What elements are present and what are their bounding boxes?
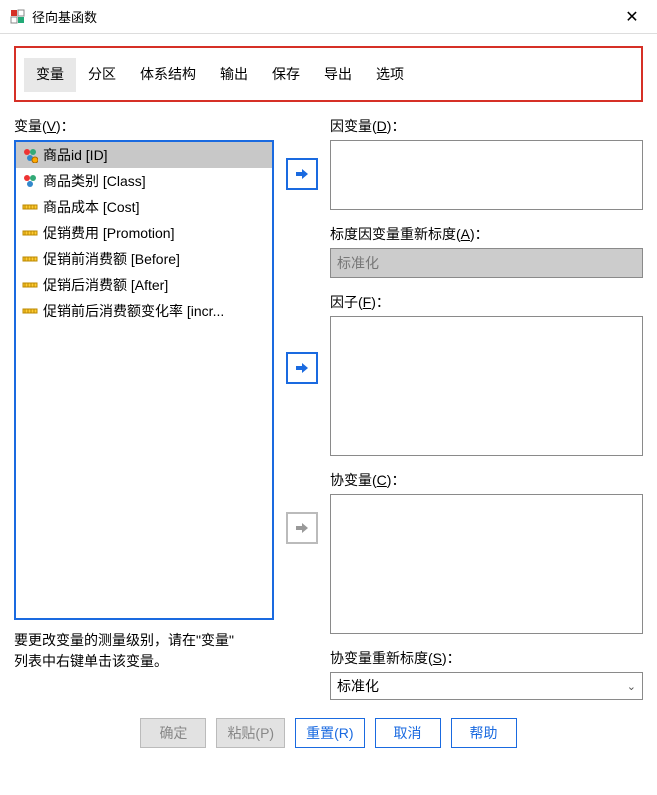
- list-item-label: 促销后消费额 [After]: [43, 275, 168, 295]
- ok-button[interactable]: 确定: [140, 718, 206, 748]
- window-title: 径向基函数: [32, 7, 617, 26]
- rescale-dep-select: 标准化: [330, 248, 643, 278]
- list-item[interactable]: 促销费用 [Promotion]: [16, 220, 272, 246]
- tab-partition[interactable]: 分区: [76, 58, 128, 92]
- list-item-label: 商品成本 [Cost]: [43, 197, 139, 217]
- dependent-list[interactable]: [330, 140, 643, 210]
- paste-button[interactable]: 粘贴(P): [216, 718, 285, 748]
- factor-list[interactable]: [330, 316, 643, 456]
- app-icon: [10, 9, 26, 25]
- tab-output[interactable]: 输出: [208, 58, 260, 92]
- dependent-label: 因变量(D)：: [330, 116, 643, 136]
- rescale-cov-label: 协变量重新标度(S)：: [330, 648, 643, 668]
- help-button[interactable]: 帮助: [451, 718, 517, 748]
- list-item-label: 促销前消费额 [Before]: [43, 249, 180, 269]
- list-item[interactable]: 商品成本 [Cost]: [16, 194, 272, 220]
- move-to-dependent-button[interactable]: [286, 158, 318, 190]
- list-item-label: 促销前后消费额变化率 [incr...: [43, 301, 224, 321]
- tabs-highlight: 变量 分区 体系结构 输出 保存 导出 选项: [14, 46, 643, 102]
- nominal-warn-icon: [22, 147, 38, 163]
- variables-label-end: )：: [56, 118, 75, 134]
- variables-label: 变量(V)：: [14, 116, 274, 136]
- tab-options[interactable]: 选项: [364, 58, 416, 92]
- content: 变量(V)： 商品id [ID] 商品类别 [Class] 商品成本 [Cost…: [0, 102, 657, 700]
- variables-list[interactable]: 商品id [ID] 商品类别 [Class] 商品成本 [Cost] 促销费用 …: [14, 140, 274, 620]
- close-button[interactable]: ✕: [617, 7, 647, 27]
- variables-label-key: V: [47, 118, 56, 134]
- tab-save[interactable]: 保存: [260, 58, 312, 92]
- list-item-label: 商品类别 [Class]: [43, 171, 146, 191]
- list-item[interactable]: 促销前消费额 [Before]: [16, 246, 272, 272]
- move-to-covariate-button[interactable]: [286, 512, 318, 544]
- list-item[interactable]: 促销前后消费额变化率 [incr...: [16, 298, 272, 324]
- move-to-factor-button[interactable]: [286, 352, 318, 384]
- list-item[interactable]: 商品类别 [Class]: [16, 168, 272, 194]
- nominal-icon: [22, 173, 38, 189]
- rescale-dep-label: 标度因变量重新标度(A)：: [330, 224, 643, 244]
- covariate-label: 协变量(C)：: [330, 470, 643, 490]
- scale-icon: [22, 225, 38, 241]
- rescale-cov-select[interactable]: 标准化 ⌄: [330, 672, 643, 700]
- list-item-label: 促销费用 [Promotion]: [43, 223, 174, 243]
- left-column: 变量(V)： 商品id [ID] 商品类别 [Class] 商品成本 [Cost…: [14, 116, 274, 700]
- titlebar: 径向基函数 ✕: [0, 0, 657, 34]
- tabs: 变量 分区 体系结构 输出 保存 导出 选项: [24, 58, 633, 92]
- list-item[interactable]: 促销后消费额 [After]: [16, 272, 272, 298]
- list-item-label: 商品id [ID]: [43, 145, 108, 165]
- middle-column: [284, 116, 320, 700]
- scale-icon: [22, 199, 38, 215]
- hint-line1: 要更改变量的测量级别，请在"变量": [14, 630, 274, 651]
- covariate-list[interactable]: [330, 494, 643, 634]
- right-column: 因变量(D)： 标度因变量重新标度(A)： 标准化 因子(F)： 协变量(C)：…: [330, 116, 643, 700]
- chevron-down-icon: ⌄: [627, 680, 636, 693]
- scale-icon: [22, 303, 38, 319]
- tab-architecture[interactable]: 体系结构: [128, 58, 208, 92]
- list-item[interactable]: 商品id [ID]: [16, 142, 272, 168]
- button-row: 确定 粘贴(P) 重置(R) 取消 帮助: [0, 700, 657, 764]
- scale-icon: [22, 277, 38, 293]
- hint-line2: 列表中右键单击该变量。: [14, 651, 274, 672]
- rescale-cov-value: 标准化: [337, 676, 379, 696]
- factor-label: 因子(F)：: [330, 292, 643, 312]
- reset-button[interactable]: 重置(R): [295, 718, 364, 748]
- variables-label-text: 变量(: [14, 118, 47, 134]
- tab-variables[interactable]: 变量: [24, 58, 76, 92]
- cancel-button[interactable]: 取消: [375, 718, 441, 748]
- scale-icon: [22, 251, 38, 267]
- hint-text: 要更改变量的测量级别，请在"变量" 列表中右键单击该变量。: [14, 630, 274, 672]
- tab-export[interactable]: 导出: [312, 58, 364, 92]
